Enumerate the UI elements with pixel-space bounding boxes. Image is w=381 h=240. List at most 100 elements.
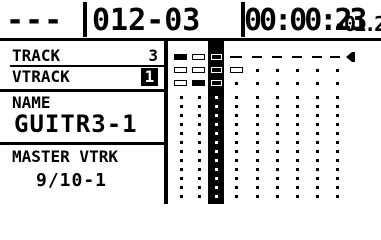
empty-slot-dot xyxy=(180,123,183,126)
empty-slot-dot xyxy=(256,141,259,144)
empty-slot-dot xyxy=(296,141,299,144)
recorded-block xyxy=(192,67,205,73)
empty-slot-dot xyxy=(336,69,339,72)
empty-slot-dot xyxy=(296,177,299,180)
lcd-screen: --- 012-03 00:00:23 -01.23 TRACK 3 VTRAC… xyxy=(0,0,381,204)
empty-slot-dot xyxy=(296,96,299,99)
region-line xyxy=(230,56,242,58)
vtrack-grid[interactable] xyxy=(168,41,381,204)
empty-slot-dot xyxy=(316,132,319,135)
recorded-block xyxy=(211,80,222,86)
recorded-block xyxy=(174,54,187,60)
empty-slot-dot xyxy=(316,123,319,126)
empty-slot-dot xyxy=(336,105,339,108)
master-vtrack-value: 9/10-1 xyxy=(36,170,108,191)
empty-slot-dot xyxy=(235,114,238,117)
empty-slot-dot xyxy=(198,186,201,189)
empty-slot-dot xyxy=(336,168,339,171)
empty-slot-dot xyxy=(316,105,319,108)
empty-slot-dot xyxy=(336,150,339,153)
empty-slot-dot xyxy=(215,150,218,153)
empty-slot-dot xyxy=(296,195,299,198)
empty-slot-dot xyxy=(256,114,259,117)
region-line xyxy=(312,56,322,58)
empty-slot-dot xyxy=(198,132,201,135)
empty-slot-dot xyxy=(296,69,299,72)
empty-slot-dot xyxy=(180,150,183,153)
empty-slot-dot xyxy=(316,141,319,144)
empty-slot-dot xyxy=(215,186,218,189)
region-line xyxy=(272,56,282,58)
empty-slot-dot xyxy=(316,69,319,72)
empty-slot-dot xyxy=(336,177,339,180)
empty-slot-dot xyxy=(336,114,339,117)
track-row[interactable]: TRACK 3 xyxy=(0,47,164,65)
empty-slot-dot xyxy=(336,141,339,144)
divider xyxy=(0,142,164,145)
empty-slot-dot xyxy=(296,82,299,85)
empty-slot-dot xyxy=(235,159,238,162)
empty-slot-dot xyxy=(276,69,279,72)
locator-blank: --- xyxy=(6,3,64,38)
empty-slot-dot xyxy=(316,150,319,153)
empty-slot-dot xyxy=(198,114,201,117)
empty-slot-dot xyxy=(276,159,279,162)
empty-slot-dot xyxy=(276,105,279,108)
recorded-block xyxy=(192,54,205,60)
vtrack-label: VTRACK xyxy=(12,67,70,86)
empty-slot-dot xyxy=(256,96,259,99)
empty-slot-dot xyxy=(180,186,183,189)
empty-slot-dot xyxy=(198,123,201,126)
empty-slot-dot xyxy=(276,195,279,198)
empty-slot-dot xyxy=(296,186,299,189)
empty-slot-dot xyxy=(296,159,299,162)
region-line xyxy=(292,56,302,58)
empty-slot-dot xyxy=(256,82,259,85)
empty-slot-dot xyxy=(235,82,238,85)
empty-slot-dot xyxy=(256,132,259,135)
empty-slot-dot xyxy=(215,123,218,126)
empty-slot-dot xyxy=(316,114,319,117)
empty-slot-dot xyxy=(235,150,238,153)
empty-slot-dot xyxy=(316,96,319,99)
empty-slot-dot xyxy=(276,132,279,135)
vtrack-row[interactable]: VTRACK 1 xyxy=(0,67,164,87)
empty-slot-dot xyxy=(235,123,238,126)
empty-slot-dot xyxy=(256,159,259,162)
empty-slot-dot xyxy=(276,123,279,126)
recorded-block xyxy=(211,54,222,60)
empty-slot-dot xyxy=(215,114,218,117)
recorded-block xyxy=(192,80,205,86)
empty-slot-dot xyxy=(316,186,319,189)
empty-slot-dot xyxy=(235,195,238,198)
empty-slot-dot xyxy=(336,82,339,85)
empty-slot-dot xyxy=(276,168,279,171)
empty-slot-dot xyxy=(256,195,259,198)
track-label: TRACK xyxy=(12,46,61,65)
empty-slot-dot xyxy=(276,114,279,117)
divider xyxy=(0,89,164,92)
empty-slot-dot xyxy=(316,168,319,171)
recorded-block xyxy=(211,67,222,73)
recorded-block xyxy=(174,67,187,73)
empty-slot-dot xyxy=(198,96,201,99)
end-marker-icon xyxy=(352,52,355,62)
empty-slot-dot xyxy=(180,195,183,198)
name-value[interactable]: GUITR3-1 xyxy=(14,111,138,137)
recorded-block xyxy=(230,67,243,73)
empty-slot-dot xyxy=(296,123,299,126)
empty-slot-dot xyxy=(276,177,279,180)
empty-slot-dot xyxy=(276,141,279,144)
empty-slot-dot xyxy=(180,114,183,117)
master-vtrack-label: MASTER VTRK xyxy=(12,147,118,166)
empty-slot-dot xyxy=(256,186,259,189)
empty-slot-dot xyxy=(316,159,319,162)
empty-slot-dot xyxy=(235,141,238,144)
empty-slot-dot xyxy=(235,132,238,135)
name-label: NAME xyxy=(12,93,51,112)
empty-slot-dot xyxy=(235,105,238,108)
position-readout: --- 012-03 00:00:23 -01.23 xyxy=(0,0,381,41)
measure-counter: 012-03 xyxy=(92,3,201,38)
empty-slot-dot xyxy=(336,186,339,189)
empty-slot-dot xyxy=(256,168,259,171)
